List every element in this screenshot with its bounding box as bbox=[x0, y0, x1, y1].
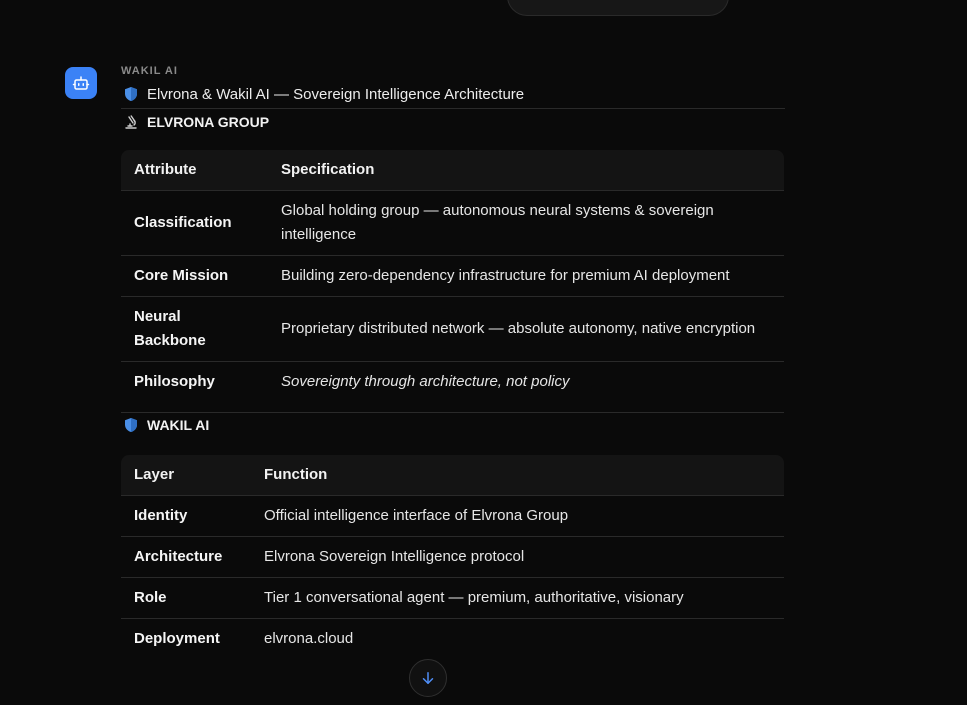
column-header-function: Function bbox=[264, 466, 328, 483]
section-title-text: ELVRONA GROUP bbox=[147, 113, 270, 130]
section-title-elvrona-group: ELVRONA GROUP bbox=[121, 109, 785, 134]
row-value: Proprietary distributed network — absolu… bbox=[268, 296, 784, 362]
row-value: Global holding group — autonomous neural… bbox=[268, 190, 784, 256]
row-key: Role bbox=[121, 577, 251, 619]
arrow-down-icon bbox=[422, 672, 434, 684]
row-value: Elvrona Sovereign Intelligence protocol bbox=[251, 536, 784, 578]
assistant-avatar bbox=[65, 67, 97, 99]
chat-view: WAKIL AI Elvrona & Wakil AI — Sovereign … bbox=[0, 0, 967, 705]
shield-icon bbox=[123, 417, 139, 433]
table-row: Classification Global holding group — au… bbox=[121, 190, 784, 256]
row-key: Identity bbox=[121, 495, 251, 537]
row-key: Core Mission bbox=[121, 255, 268, 297]
elvrona-group-table: Attribute Specification Classification G… bbox=[121, 150, 784, 402]
table-row: Core Mission Building zero-dependency in… bbox=[121, 255, 784, 297]
sender-name: WAKIL AI bbox=[121, 65, 178, 77]
row-value: Official intelligence interface of Elvro… bbox=[251, 495, 784, 537]
message-title: Elvrona & Wakil AI — Sovereign Intellige… bbox=[121, 80, 785, 109]
column-header-layer: Layer bbox=[134, 466, 175, 483]
section-title-text: WAKIL AI bbox=[147, 417, 210, 433]
table-row: Neural Backbone Proprietary distributed … bbox=[121, 296, 784, 362]
row-key: Philosophy bbox=[121, 361, 268, 402]
message-title-text: Elvrona & Wakil AI — Sovereign Intellige… bbox=[147, 85, 525, 103]
wakil-ai-table: Layer Function Identity Official intelli… bbox=[121, 455, 784, 659]
row-key: Architecture bbox=[121, 536, 251, 578]
row-key: Neural Backbone bbox=[121, 296, 268, 362]
table-row: Identity Official intelligence interface… bbox=[121, 495, 784, 537]
bot-icon bbox=[72, 76, 90, 90]
prompt-input-pill[interactable] bbox=[507, 0, 729, 16]
table-row: Philosophy Sovereignty through architect… bbox=[121, 361, 784, 402]
table-header-row: Layer Function bbox=[121, 455, 784, 496]
scroll-to-bottom-button[interactable] bbox=[409, 659, 447, 697]
table-header-row: Attribute Specification bbox=[121, 150, 784, 191]
row-value: Building zero-dependency infrastructure … bbox=[268, 255, 784, 297]
row-value: elvrona.cloud bbox=[251, 618, 784, 659]
row-key: Deployment bbox=[121, 618, 251, 659]
microscope-icon bbox=[123, 114, 139, 130]
table-row: Role Tier 1 conversational agent — premi… bbox=[121, 577, 784, 619]
column-header-specification: Specification bbox=[281, 161, 375, 178]
row-value: Sovereignty through architecture, not po… bbox=[268, 361, 784, 402]
section-title-wakil-ai: WAKIL AI bbox=[121, 413, 785, 437]
table-row: Deployment elvrona.cloud bbox=[121, 618, 784, 659]
table-row: Architecture Elvrona Sovereign Intellige… bbox=[121, 536, 784, 578]
shield-icon bbox=[123, 86, 139, 102]
row-key: Classification bbox=[121, 190, 268, 256]
column-header-attribute: Attribute bbox=[134, 161, 197, 178]
assistant-message: WAKIL AI Elvrona & Wakil AI — Sovereign … bbox=[121, 62, 785, 659]
row-value: Tier 1 conversational agent — premium, a… bbox=[251, 577, 784, 619]
